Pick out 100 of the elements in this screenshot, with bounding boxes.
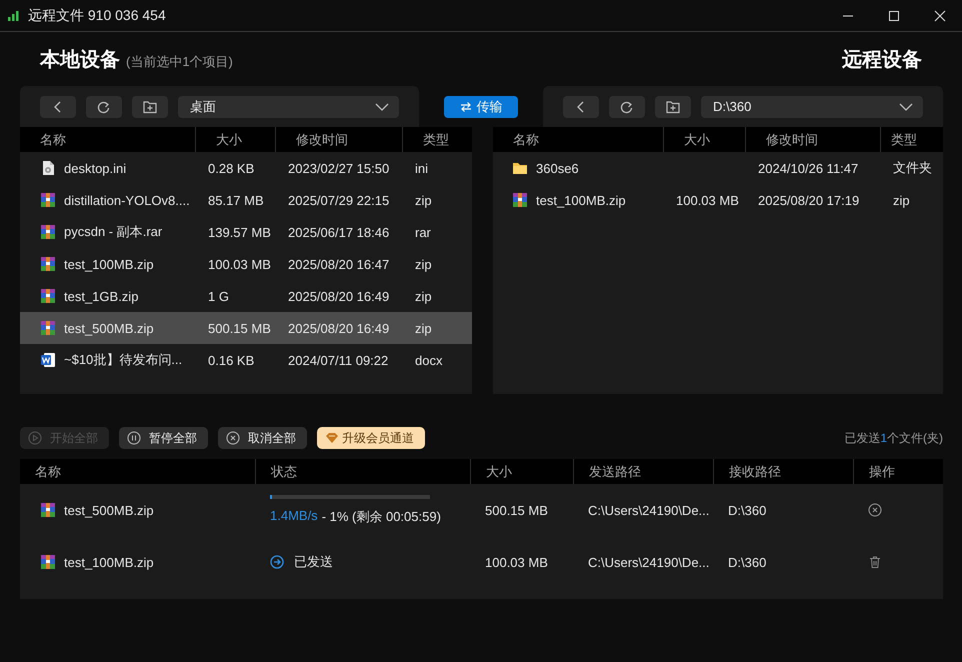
transfer-summary: 已发送1个文件(夹) [844, 430, 943, 446]
panel-heading: 本地设备 [40, 48, 120, 72]
modified-time: 2025/07/29 22:15 [288, 192, 390, 208]
play-icon [28, 431, 42, 445]
upgrade-button[interactable]: 升级会员通道 [317, 427, 425, 449]
trash-icon[interactable] [868, 555, 882, 569]
file-type: docx [415, 352, 442, 368]
maximize-icon[interactable] [888, 10, 900, 22]
column-header[interactable]: 类型 [402, 127, 472, 152]
transfer-button[interactable]: 传输 [444, 96, 518, 118]
file-name: test_500MB.zip [64, 320, 154, 336]
cancel-icon [226, 431, 240, 445]
file-size: 500.15 MB [208, 320, 271, 336]
modified-time: 2023/02/27 15:50 [288, 160, 390, 176]
column-header[interactable]: 操作 [853, 459, 943, 484]
file-type: zip [415, 320, 432, 336]
archive-icon [40, 256, 56, 272]
file-name: desktop.ini [64, 160, 126, 176]
column-header[interactable]: 修改时间 [275, 127, 402, 152]
file-row[interactable]: test_100MB.zip 100.03 MB 2025/08/20 17:19 zip [493, 184, 943, 216]
transfer-speed: 1.4MB/s [270, 508, 318, 524]
file-row[interactable]: test_1GB.zip 1 G 2025/08/20 16:49 zip [20, 280, 472, 312]
file-type: zip [415, 256, 432, 272]
target-path: D:\360 [728, 554, 766, 570]
back-icon[interactable] [563, 96, 599, 118]
file-size: 100.03 MB [676, 192, 739, 208]
file-row[interactable]: pycsdn - 副本.rar 139.57 MB 2025/06/17 18:46 rar [20, 216, 472, 248]
file-type: zip [893, 192, 910, 208]
cancel-icon[interactable] [868, 503, 882, 517]
progress-text: - 1% (剩余 00:05:59) [322, 508, 441, 526]
refresh-icon[interactable] [86, 96, 122, 118]
archive-icon [40, 502, 56, 518]
queue-button[interactable]: 暂停全部 [119, 427, 208, 449]
status-text: 已发送 [294, 553, 333, 571]
refresh-icon[interactable] [609, 96, 645, 118]
file-name: test_500MB.zip [64, 502, 154, 518]
chevron-down-icon [899, 102, 913, 110]
column-header[interactable]: 大小 [663, 127, 745, 152]
swap-icon [460, 100, 472, 112]
file-type: rar [415, 224, 431, 240]
file-row[interactable]: test_500MB.zip 500.15 MB 2025/08/20 16:49 zip [20, 312, 472, 344]
file-type: 文件夹 [893, 159, 932, 177]
path-dropdown[interactable]: D:\360 [701, 96, 923, 118]
file-name: ~$10批】待发布问... [64, 351, 182, 369]
queue-button[interactable]: 取消全部 [218, 427, 307, 449]
target-path: D:\360 [728, 502, 766, 518]
modified-time: 2024/07/11 09:22 [288, 352, 388, 368]
pause-icon [127, 431, 141, 445]
new-folder-icon[interactable] [655, 96, 691, 118]
column-header[interactable]: 接收路径 [713, 459, 853, 484]
modified-time: 2025/06/17 18:46 [288, 224, 390, 240]
modified-time: 2025/08/20 16:49 [288, 288, 390, 304]
new-folder-icon[interactable] [132, 96, 168, 118]
file-type: zip [415, 192, 432, 208]
file-size: 500.15 MB [485, 502, 548, 518]
column-header[interactable]: 大小 [470, 459, 573, 484]
folder-icon [512, 160, 528, 176]
file-row[interactable]: distillation-YOLOv8.... 85.17 MB 2025/07/29 22:15 zip [20, 184, 472, 216]
panel-heading: 远程设备 [842, 48, 922, 72]
file-name: pycsdn - 副本.rar [64, 223, 162, 241]
column-header[interactable]: 状态 [255, 459, 470, 484]
file-size: 100.03 MB [208, 256, 271, 272]
settings-file-icon [40, 160, 56, 176]
close-icon[interactable] [934, 10, 946, 22]
column-header[interactable]: 修改时间 [745, 127, 880, 152]
column-header[interactable]: 类型 [880, 127, 943, 152]
modified-time: 2025/08/20 16:49 [288, 320, 390, 336]
sent-icon [270, 555, 284, 569]
archive-icon [40, 192, 56, 208]
modified-time: 2024/10/26 11:47 [758, 160, 858, 176]
back-icon[interactable] [40, 96, 76, 118]
column-header[interactable]: 名称 [493, 127, 663, 152]
path-dropdown[interactable]: 桌面 [178, 96, 399, 118]
file-row[interactable]: desktop.ini 0.28 KB 2023/02/27 15:50 ini [20, 152, 472, 184]
file-name: test_100MB.zip [64, 554, 154, 570]
file-size: 100.03 MB [485, 554, 548, 570]
file-name: test_100MB.zip [64, 256, 154, 272]
column-header[interactable]: 发送路径 [573, 459, 713, 484]
file-row[interactable]: test_100MB.zip 100.03 MB 2025/08/20 16:47 zip [20, 248, 472, 280]
file-size: 85.17 MB [208, 192, 264, 208]
file-row[interactable]: ~$10批】待发布问... 0.16 KB 2024/07/11 09:22 docx [20, 344, 472, 376]
file-name: test_100MB.zip [536, 192, 626, 208]
modified-time: 2025/08/20 16:47 [288, 256, 390, 272]
column-header[interactable]: 大小 [195, 127, 275, 152]
file-row[interactable]: 360se6 2024/10/26 11:47 文件夹 [493, 152, 943, 184]
archive-icon [512, 192, 528, 208]
file-type: zip [415, 288, 432, 304]
signal-icon [8, 10, 20, 20]
column-header[interactable]: 名称 [20, 127, 195, 152]
source-path: C:\Users\24190\De... [588, 502, 710, 518]
file-type: ini [415, 160, 428, 176]
chevron-down-icon [375, 102, 389, 110]
column-header[interactable]: 名称 [20, 459, 255, 484]
modified-time: 2025/08/20 17:19 [758, 192, 860, 208]
window-title: 远程文件 910 036 454 [28, 6, 166, 24]
file-name: distillation-YOLOv8.... [64, 192, 190, 208]
archive-icon [40, 224, 56, 240]
archive-icon [40, 288, 56, 304]
file-name: 360se6 [536, 160, 579, 176]
source-path: C:\Users\24190\De... [588, 554, 710, 570]
